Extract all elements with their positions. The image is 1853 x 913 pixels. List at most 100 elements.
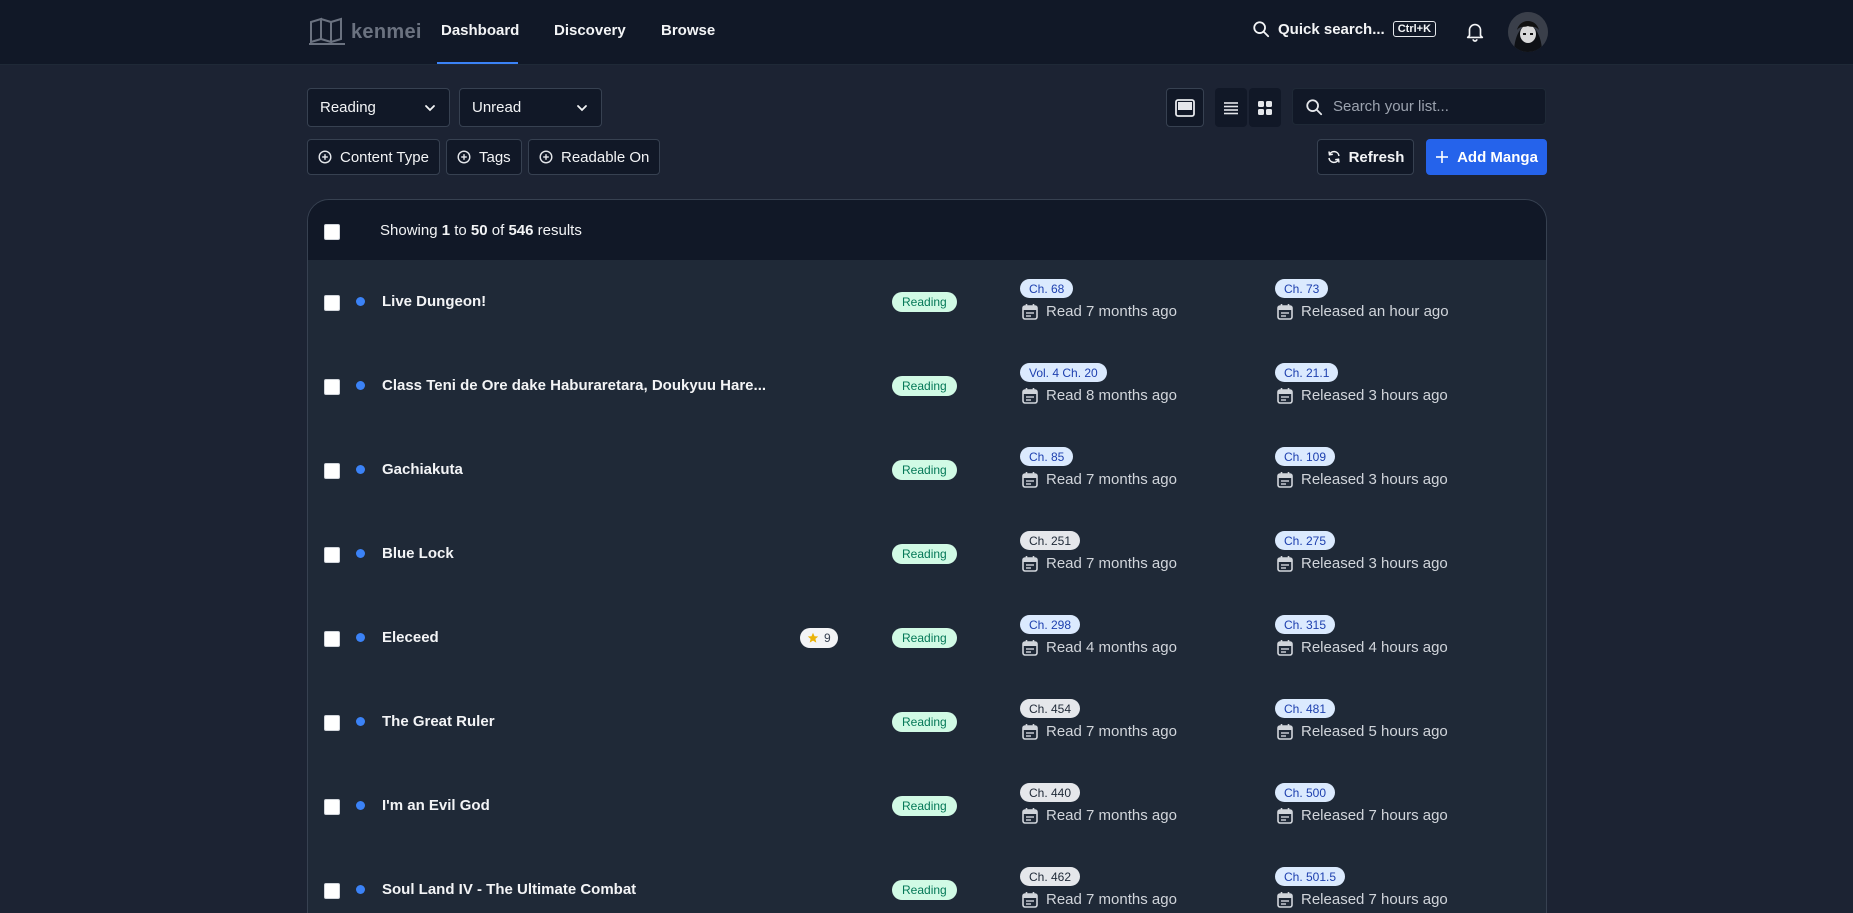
latest-chapter-badge[interactable]: Ch. 109 — [1275, 447, 1336, 466]
content-type-filter[interactable]: Content Type — [307, 139, 440, 175]
table-row[interactable]: I'm an Evil God Reading Ch. 440 Read 7 mon… — [308, 764, 1546, 848]
last-read-info: Read 7 months ago — [1022, 891, 1177, 908]
results-to: 50 — [470, 222, 488, 239]
grid-view-button[interactable] — [1249, 88, 1281, 127]
table-row[interactable]: Gachiakuta Reading Ch. 85 Read 7 months ag… — [308, 428, 1546, 512]
list-search-input[interactable] — [1333, 98, 1533, 115]
table-row[interactable]: Live Dungeon! Reading Ch. 68 Read 7 months… — [308, 260, 1546, 344]
row-checkbox[interactable] — [324, 295, 340, 311]
calendar-icon — [1022, 892, 1038, 908]
manga-title[interactable]: Eleceed — [382, 629, 439, 646]
last-read-chapter-badge[interactable]: Ch. 462 — [1020, 867, 1081, 886]
manga-title[interactable]: The Great Ruler — [382, 713, 495, 730]
latest-release-info: Released 3 hours ago — [1277, 387, 1448, 404]
release-time: Released 4 hours ago — [1301, 639, 1448, 656]
read-filter-select[interactable]: Unread — [459, 88, 602, 127]
last-read-chapter-badge[interactable]: Ch. 85 — [1020, 447, 1074, 466]
star-icon — [807, 632, 819, 643]
last-read-time: Read 8 months ago — [1046, 387, 1177, 404]
quick-search-button[interactable]: Quick search... Ctrl+K — [1252, 20, 1437, 38]
list-view-icon — [1224, 101, 1238, 114]
last-read-chapter-badge[interactable]: Ch. 68 — [1020, 279, 1074, 298]
calendar-icon — [1022, 556, 1038, 572]
tags-filter[interactable]: Tags — [446, 139, 522, 175]
refresh-button[interactable]: Refresh — [1317, 139, 1414, 175]
row-checkbox[interactable] — [324, 547, 340, 563]
inbox-view-button[interactable] — [1166, 88, 1204, 127]
nav-dashboard[interactable]: Dashboard — [441, 22, 519, 39]
release-time: Released 5 hours ago — [1301, 723, 1448, 740]
status-badge: Reading — [892, 796, 957, 816]
table-row[interactable]: Blue Lock Reading Ch. 251 Read 7 months ag… — [308, 512, 1546, 596]
last-read-info: Read 7 months ago — [1022, 471, 1177, 488]
calendar-icon — [1022, 724, 1038, 740]
table-row[interactable]: The Great Ruler Reading Ch. 454 Read 7 mon… — [308, 680, 1546, 764]
release-time: Released 3 hours ago — [1301, 387, 1448, 404]
manga-title[interactable]: Gachiakuta — [382, 461, 463, 478]
latest-release-info: Released 7 hours ago — [1277, 891, 1448, 908]
table-row[interactable]: Soul Land IV - The Ultimate Combat Readin… — [308, 848, 1546, 913]
latest-chapter-badge[interactable]: Ch. 315 — [1275, 615, 1336, 634]
release-time: Released 3 hours ago — [1301, 555, 1448, 572]
last-read-chapter-badge[interactable]: Ch. 251 — [1020, 531, 1081, 550]
results-to-word: to — [454, 222, 467, 239]
table-row[interactable]: Eleceed 9 Reading Ch. 298 Read 4 months ag… — [308, 596, 1546, 680]
row-checkbox[interactable] — [324, 799, 340, 815]
latest-release-info: Released 4 hours ago — [1277, 639, 1448, 656]
last-read-chapter-badge[interactable]: Ch. 440 — [1020, 783, 1081, 802]
row-checkbox[interactable] — [324, 463, 340, 479]
readable-on-filter[interactable]: Readable On — [528, 139, 661, 175]
list-search[interactable] — [1292, 88, 1546, 125]
last-read-chapter-badge[interactable]: Ch. 298 — [1020, 615, 1081, 634]
latest-chapter-badge[interactable]: Ch. 500 — [1275, 783, 1336, 802]
release-time: Released 7 hours ago — [1301, 891, 1448, 908]
results-word: results — [537, 222, 582, 239]
status-select[interactable]: Reading — [307, 88, 450, 127]
row-checkbox[interactable] — [324, 379, 340, 395]
grid-view-icon — [1258, 100, 1272, 115]
avatar[interactable] — [1508, 12, 1548, 52]
select-all-checkbox[interactable] — [324, 224, 340, 240]
add-manga-button[interactable]: Add Manga — [1426, 139, 1547, 175]
last-read-info: Read 8 months ago — [1022, 387, 1177, 404]
unread-dot — [356, 297, 365, 306]
last-read-chapter-badge[interactable]: Vol. 4 Ch. 20 — [1020, 363, 1107, 382]
table-row[interactable]: Class Teni de Ore dake Haburaretara, Dou… — [308, 344, 1546, 428]
results-of-word: of — [491, 222, 505, 239]
manga-title[interactable]: I'm an Evil God — [382, 797, 490, 814]
status-badge: Reading — [892, 292, 957, 312]
last-read-info: Read 4 months ago — [1022, 639, 1177, 656]
inbox-view-icon — [1175, 98, 1195, 117]
status-badge: Reading — [892, 376, 957, 396]
calendar-icon — [1277, 556, 1293, 572]
row-checkbox[interactable] — [324, 715, 340, 731]
logo[interactable]: kenmei — [307, 14, 422, 50]
last-read-time: Read 7 months ago — [1046, 555, 1177, 572]
unread-dot — [356, 381, 365, 390]
manga-title[interactable]: Soul Land IV - The Ultimate Combat — [382, 881, 636, 898]
nav-browse[interactable]: Browse — [661, 22, 715, 39]
last-read-time: Read 7 months ago — [1046, 303, 1177, 320]
manga-title[interactable]: Blue Lock — [382, 545, 454, 562]
list-view-button[interactable] — [1215, 88, 1247, 127]
latest-chapter-badge[interactable]: Ch. 21.1 — [1275, 363, 1339, 382]
latest-chapter-badge[interactable]: Ch. 481 — [1275, 699, 1336, 718]
status-select-value: Reading — [320, 99, 376, 116]
bell-icon[interactable] — [1464, 19, 1486, 43]
latest-chapter-badge[interactable]: Ch. 73 — [1275, 279, 1329, 298]
plus-circle-icon — [318, 150, 332, 164]
latest-release-info: Released 7 hours ago — [1277, 807, 1448, 824]
manga-table: Showing 1 to 50 of 546 results Live Dung… — [307, 199, 1547, 913]
calendar-icon — [1022, 304, 1038, 320]
manga-title[interactable]: Live Dungeon! — [382, 293, 486, 310]
latest-chapter-badge[interactable]: Ch. 275 — [1275, 531, 1336, 550]
latest-chapter-badge[interactable]: Ch. 501.5 — [1275, 867, 1346, 886]
shortcut-badge: Ctrl+K — [1392, 21, 1437, 37]
nav-discovery[interactable]: Discovery — [554, 22, 626, 39]
last-read-chapter-badge[interactable]: Ch. 454 — [1020, 699, 1081, 718]
manga-title[interactable]: Class Teni de Ore dake Haburaretara, Dou… — [382, 377, 766, 394]
last-read-info: Read 7 months ago — [1022, 555, 1177, 572]
row-checkbox[interactable] — [324, 883, 340, 899]
row-checkbox[interactable] — [324, 631, 340, 647]
read-filter-value: Unread — [472, 99, 522, 116]
